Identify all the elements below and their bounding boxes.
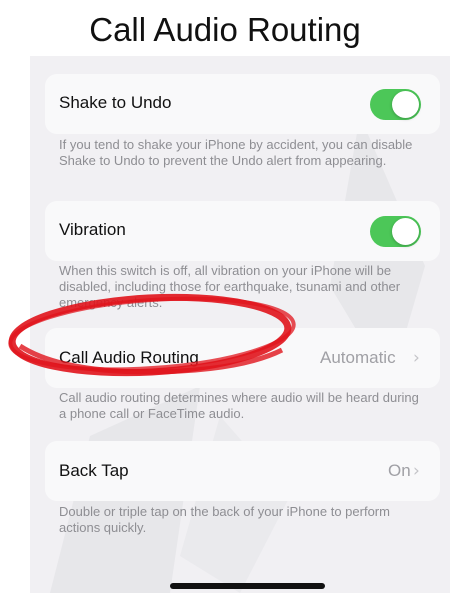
back-tap-label: Back Tap — [59, 461, 129, 480]
shake-to-undo-toggle[interactable] — [370, 89, 421, 120]
back-tap-description: Double or triple tap on the back of your… — [59, 504, 390, 535]
toggle-knob — [392, 218, 419, 245]
chevron-right-icon: › — [413, 348, 420, 368]
vibration-label: Vibration — [59, 220, 126, 239]
page-title: Call Audio Routing — [89, 11, 361, 48]
call-audio-routing-description: Call audio routing determines where audi… — [59, 390, 419, 421]
vibration-toggle[interactable] — [370, 216, 421, 247]
settings-screen: Shake to Undo If you tend to shake your … — [30, 56, 450, 593]
vibration-description: When this switch is off, all vibration o… — [59, 263, 401, 310]
chevron-right-icon: › — [413, 461, 420, 481]
toggle-knob — [392, 91, 419, 118]
back-tap-value: On — [388, 461, 411, 480]
call-audio-routing-label: Call Audio Routing — [59, 348, 199, 367]
shake-to-undo-description: If you tend to shake your iPhone by acci… — [59, 137, 413, 168]
shake-to-undo-label: Shake to Undo — [59, 93, 172, 112]
call-audio-routing-value: Automatic — [320, 348, 396, 367]
home-indicator — [170, 583, 325, 589]
